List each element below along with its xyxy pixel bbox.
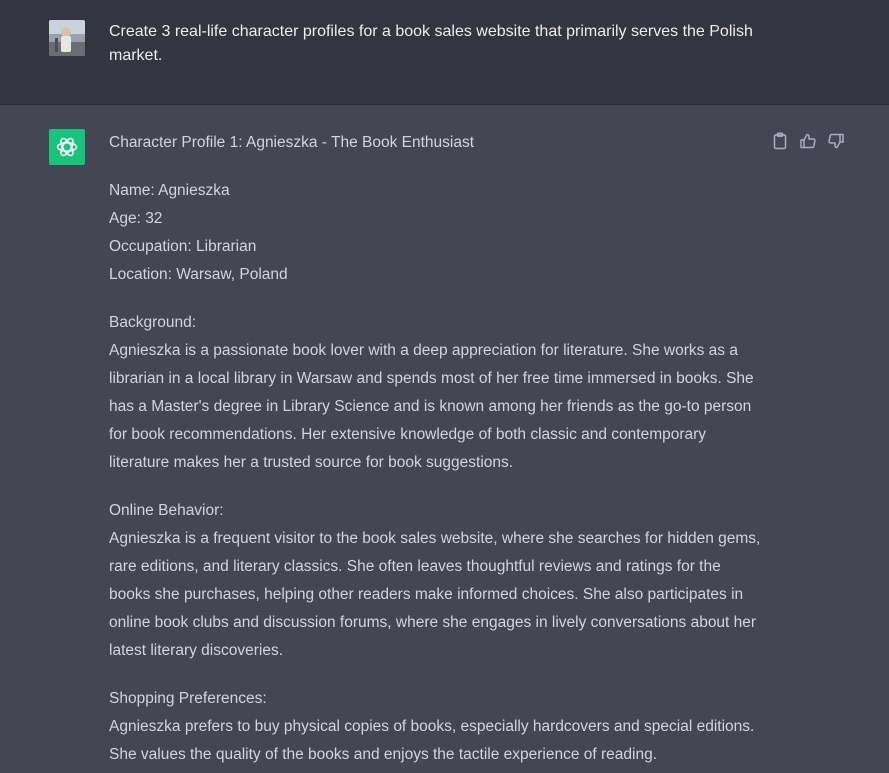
thumbs-down-icon bbox=[828, 133, 844, 149]
section-body-shopping-preferences: Agnieszka prefers to buy physical copies… bbox=[109, 718, 755, 763]
profile-heading: Character Profile 1: Agnieszka - The Boo… bbox=[109, 134, 475, 151]
section-body-background: Agnieszka is a passionate book lover wit… bbox=[109, 342, 754, 471]
like-button[interactable] bbox=[798, 129, 818, 153]
dislike-button[interactable] bbox=[826, 129, 846, 153]
copy-button[interactable] bbox=[770, 129, 790, 153]
detail-occupation: Occupation: Librarian bbox=[109, 238, 257, 255]
clipboard-icon bbox=[773, 132, 787, 150]
section-title-shopping-preferences: Shopping Preferences: bbox=[109, 690, 267, 707]
user-message-text: Create 3 real-life character profiles fo… bbox=[109, 23, 753, 64]
detail-location: Location: Warsaw, Poland bbox=[109, 266, 288, 283]
assistant-message-content: Character Profile 1: Agnieszka - The Boo… bbox=[109, 129, 764, 769]
section-title-background: Background: bbox=[109, 314, 197, 331]
section-body-online-behavior: Agnieszka is a frequent visitor to the b… bbox=[109, 530, 761, 659]
detail-name: Name: Agnieszka bbox=[109, 182, 230, 199]
message-actions bbox=[770, 129, 846, 153]
user-message-row: Create 3 real-life character profiles fo… bbox=[0, 0, 889, 105]
detail-age: Age: 32 bbox=[109, 210, 163, 227]
assistant-message-row: Character Profile 1: Agnieszka - The Boo… bbox=[0, 105, 889, 773]
section-title-online-behavior: Online Behavior: bbox=[109, 502, 224, 519]
user-avatar bbox=[49, 20, 85, 56]
openai-logo-icon bbox=[49, 129, 85, 165]
thumbs-up-icon bbox=[800, 133, 816, 149]
